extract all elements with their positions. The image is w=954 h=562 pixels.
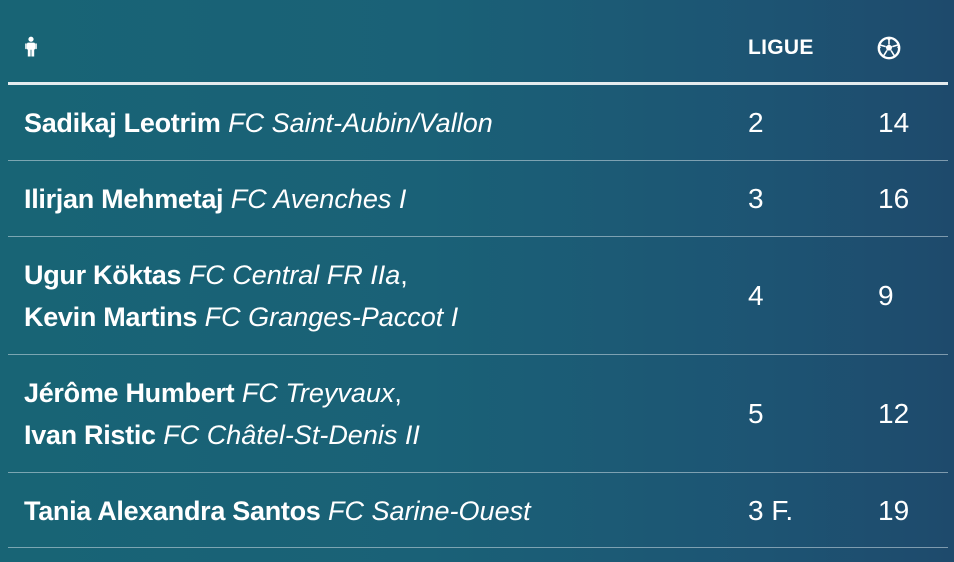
- player-line: Ugur Köktas FC Central FR IIa,: [24, 254, 458, 296]
- table-header: LIGUE: [8, 0, 948, 85]
- player-club: FC Saint-Aubin/Vallon: [228, 108, 493, 138]
- player-separator: ,: [400, 260, 408, 290]
- table-row: Jérôme Humbert FC Treyvaux, Ivan Ristic …: [8, 355, 948, 473]
- goals-value: 9: [878, 280, 894, 311]
- player-name: Sadikaj Leotrim: [24, 108, 221, 138]
- player-cell: Tania Alexandra Santos FC Sarine-Ouest: [24, 490, 531, 532]
- player-name: Kevin Martins: [24, 302, 198, 332]
- player-club: FC Central FR IIa: [188, 260, 401, 290]
- goals-value: 12: [878, 398, 910, 429]
- table-row: Tania Alexandra Santos FC Sarine-Ouest 3…: [8, 473, 948, 548]
- league-value: 2: [748, 107, 764, 138]
- table-row: Ilirjan Mehmetaj FC Avenches I 3 16: [8, 161, 948, 237]
- player-line: Ivan Ristic FC Châtel-St-Denis II: [24, 414, 420, 456]
- player-line: Kevin Martins FC Granges-Paccot I: [24, 296, 458, 338]
- player-club: FC Avenches I: [230, 184, 407, 214]
- player-name: Ivan Ristic: [24, 420, 156, 450]
- person-icon: [22, 36, 40, 64]
- soccer-ball-icon: [877, 36, 905, 64]
- player-cell: Ilirjan Mehmetaj FC Avenches I: [24, 178, 406, 220]
- goals-value: 19: [878, 495, 910, 526]
- player-club: FC Sarine-Ouest: [328, 496, 531, 526]
- league-value: 4: [748, 280, 764, 311]
- goals-value: 16: [878, 183, 910, 214]
- player-club: FC Châtel-St-Denis II: [163, 420, 420, 450]
- table-row: Sadikaj Leotrim FC Saint-Aubin/Vallon 2 …: [8, 85, 948, 161]
- scorers-table: LIGUE Sadikaj Leotrim FC Saint-Aubin/Val…: [8, 0, 948, 548]
- league-value: 5: [748, 398, 764, 429]
- player-club: FC Granges-Paccot I: [204, 302, 459, 332]
- player-separator: ,: [394, 378, 402, 408]
- player-club: FC Treyvaux: [241, 378, 395, 408]
- goals-value: 14: [878, 107, 910, 138]
- league-value: 3: [748, 183, 764, 214]
- player-name: Jérôme Humbert: [24, 378, 235, 408]
- player-cell: Sadikaj Leotrim FC Saint-Aubin/Vallon: [24, 102, 493, 144]
- player-name: Ilirjan Mehmetaj: [24, 184, 224, 214]
- table-row: Ugur Köktas FC Central FR IIa, Kevin Mar…: [8, 237, 948, 355]
- player-name: Tania Alexandra Santos: [24, 496, 321, 526]
- league-column-header: LIGUE: [748, 36, 814, 59]
- player-name: Ugur Köktas: [24, 260, 182, 290]
- player-cell: Jérôme Humbert FC Treyvaux, Ivan Ristic …: [24, 372, 420, 456]
- player-cell: Ugur Köktas FC Central FR IIa, Kevin Mar…: [24, 254, 458, 338]
- player-line: Jérôme Humbert FC Treyvaux,: [24, 372, 420, 414]
- league-value: 3 F.: [748, 495, 794, 526]
